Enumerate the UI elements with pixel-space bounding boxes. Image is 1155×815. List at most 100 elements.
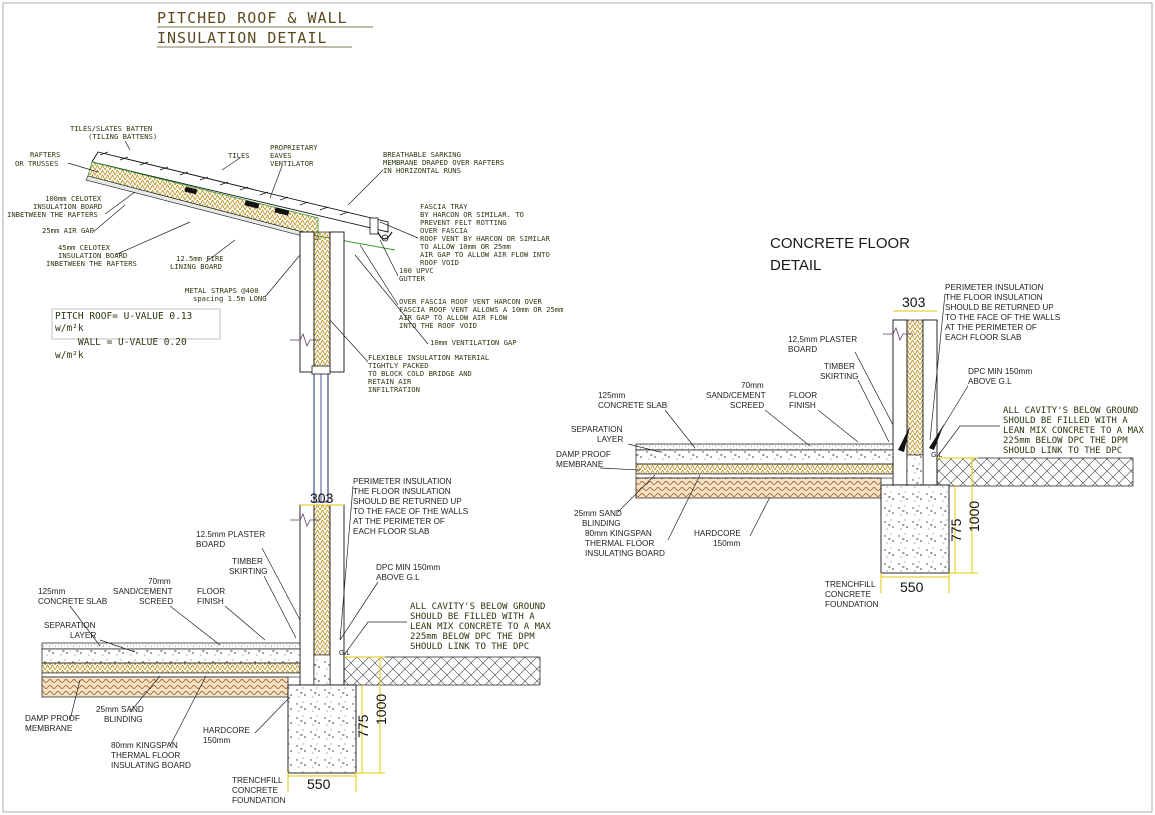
u-value-box: PITCH ROOF= U-VALUE 0.13 w/m²k WALL = U-… xyxy=(51,308,221,361)
left-hard-2: 150mm xyxy=(203,736,230,745)
left-perimeter-6: EACH FLOOR SLAB xyxy=(353,527,430,536)
left-sand-2: BLINDING xyxy=(104,715,143,724)
dim-foundation-width-right: 550 xyxy=(900,579,924,595)
left-king-1: 80mm KINGSPAN xyxy=(111,741,178,750)
concrete-title-2: DETAIL xyxy=(770,257,821,274)
left-plaster-1: 12.5mm PLASTER xyxy=(196,530,265,539)
left-dpc-2: ABOVE G.L xyxy=(376,573,420,582)
left-finish-2: FINISH xyxy=(197,597,224,606)
label-vent-gap: 10mm VENTILATION GAP xyxy=(430,338,517,347)
label-straps-2: spacing 1.5m LONG xyxy=(193,294,267,303)
u-value-pitch: PITCH ROOF= U-VALUE 0.13 xyxy=(55,311,192,322)
right-king-2: THERMAL FLOOR xyxy=(585,539,654,548)
dim-foundation-width-left: 550 xyxy=(307,776,331,792)
label-sarking-3: IN HORIZONTAL RUNS xyxy=(383,166,461,175)
left-screed-1: 70mm xyxy=(148,577,171,586)
right-finish-1: FLOOR xyxy=(789,391,817,400)
right-floor-labels: CONCRETE FLOOR DETAIL PERIMETER INSULATI… xyxy=(556,235,1144,609)
left-perimeter-1: PERIMETER INSULATION xyxy=(353,477,452,486)
right-plaster-2: BOARD xyxy=(788,345,817,354)
left-dpc-1: DPC MIN 150mm xyxy=(376,563,440,572)
left-slab-2: CONCRETE SLAB xyxy=(38,597,108,606)
dim-775-left: 775 xyxy=(355,714,371,738)
right-timber-1: TIMBER xyxy=(824,362,855,371)
left-perimeter-4: TO THE FACE OF THE WALLS xyxy=(353,507,469,516)
left-plaster-2: BOARD xyxy=(196,540,225,549)
roof-labels: TILES/SLATES BATTEN (TILING BATTENS) TIL… xyxy=(7,124,563,394)
left-timber-2: SKIRTING xyxy=(229,567,268,576)
label-flex-5: INFILTRATION xyxy=(368,385,420,394)
label-rafters: RAFTERS xyxy=(30,150,60,159)
right-dpc-1: DPC MIN 150mm xyxy=(968,367,1032,376)
right-finish-2: FINISH xyxy=(789,401,816,410)
left-perimeter-5: AT THE PERIMETER OF xyxy=(353,517,445,526)
right-hard-2: 150mm xyxy=(713,539,740,548)
label-fire-2: LINING BOARD xyxy=(170,262,222,271)
dim-1000-right: 1000 xyxy=(966,501,982,532)
left-slab-1: 125mm xyxy=(38,587,65,596)
right-screed-1: 70mm xyxy=(741,381,764,390)
right-cavity-1: ALL CAVITY'S BELOW GROUND xyxy=(1003,406,1138,416)
left-king-3: INSULATING BOARD xyxy=(111,761,191,770)
concrete-title-1: CONCRETE FLOOR xyxy=(770,235,910,252)
left-screed-3: SCREED xyxy=(139,597,173,606)
left-king-2: THERMAL FLOOR xyxy=(111,751,180,760)
right-perimeter-1: PERIMETER INSULATION xyxy=(945,283,1044,292)
right-perimeter-5: AT THE PERIMETER OF xyxy=(945,323,1037,332)
left-trench-3: FOUNDATION xyxy=(232,796,286,805)
label-gutter-2: GUTTER xyxy=(399,274,426,283)
right-trench-1: TRENCHFILL xyxy=(825,580,876,589)
left-cavity-2: SHOULD BE FILLED WITH A xyxy=(410,612,535,622)
left-sep-1: SEPARATION xyxy=(44,621,96,630)
left-cavity-5: SHOULD LINK TO THE DPC xyxy=(410,642,529,652)
right-timber-2: SKIRTING xyxy=(820,372,859,381)
left-perimeter-2: THE FLOOR INSULATION xyxy=(353,487,451,496)
right-dpm-2: MEMBRANE xyxy=(556,460,604,469)
right-sep-1: SEPARATION xyxy=(571,425,623,434)
dim-wall-left: 303 xyxy=(310,490,334,506)
right-hard-1: HARDCORE xyxy=(694,529,741,538)
dim-775-right: 775 xyxy=(948,518,964,542)
right-perimeter-3: SHOULD BE RETURNED UP xyxy=(945,303,1054,312)
right-perimeter-2: THE FLOOR INSULATION xyxy=(945,293,1043,302)
right-cavity-2: SHOULD BE FILLED WITH A xyxy=(1003,416,1128,426)
title-line-2: INSULATION DETAIL xyxy=(157,29,328,47)
right-king-1: 80mm KINGSPAN xyxy=(585,529,652,538)
right-cavity-4: 225mm BELOW DPC THE DPM xyxy=(1003,436,1128,446)
drawing-canvas: PITCHED ROOF & WALL INSULATION DETAIL G.… xyxy=(2,2,1153,813)
left-cavity-3: LEAN MIX CONCRETE TO A MAX xyxy=(410,622,551,632)
left-finish-1: FLOOR xyxy=(197,587,225,596)
left-hard-1: HARDCORE xyxy=(203,726,250,735)
label-eaves-3: VENTILATOR xyxy=(270,159,314,168)
right-sand-2: BLINDING xyxy=(582,519,621,528)
left-cavity-4: 225mm BELOW DPC THE DPM xyxy=(410,632,535,642)
left-perimeter-3: SHOULD BE RETURNED UP xyxy=(353,497,462,506)
right-sep-2: LAYER xyxy=(597,435,623,444)
left-trench-1: TRENCHFILL xyxy=(232,776,283,785)
label-tiling-battens: (TILING BATTENS) xyxy=(88,132,157,141)
right-plaster-1: 12.5mm PLASTER xyxy=(788,335,857,344)
right-cavity-5: SHOULD LINK TO THE DPC xyxy=(1003,446,1122,456)
main-title: PITCHED ROOF & WALL INSULATION DETAIL xyxy=(157,9,373,48)
right-dpm-1: DAMP PROOF xyxy=(556,450,611,459)
left-sand-1: 25mm SAND xyxy=(96,705,144,714)
roof-section xyxy=(85,151,396,251)
right-perimeter-4: TO THE FACE OF THE WALLS xyxy=(945,313,1061,322)
right-slab-2: CONCRETE SLAB xyxy=(598,401,668,410)
left-dpm-1: DAMP PROOF xyxy=(25,714,80,723)
left-dpm-2: MEMBRANE xyxy=(25,724,73,733)
title-line-1: PITCHED ROOF & WALL xyxy=(157,9,348,27)
right-king-3: INSULATING BOARD xyxy=(585,549,665,558)
right-dpc-2: ABOVE G.L xyxy=(968,377,1012,386)
left-trench-2: CONCRETE xyxy=(232,786,278,795)
u-value-pitch-unit: w/m²k xyxy=(55,323,84,334)
right-screed-2: SAND/CEMENT xyxy=(706,391,766,400)
label-celotex100-3: INBETWEEN THE RAFTERS xyxy=(7,210,98,219)
right-perimeter-6: EACH FLOOR SLAB xyxy=(945,333,1022,342)
dim-wall-right: 303 xyxy=(902,294,926,310)
u-value-wall-unit: w/m²k xyxy=(55,350,84,361)
right-sand-1: 25mm SAND xyxy=(574,509,622,518)
u-value-wall: WALL = U-VALUE 0.20 xyxy=(78,337,187,348)
dim-1000-left: 1000 xyxy=(373,694,389,725)
label-air-gap: 25mm AIR GAP xyxy=(42,226,94,235)
